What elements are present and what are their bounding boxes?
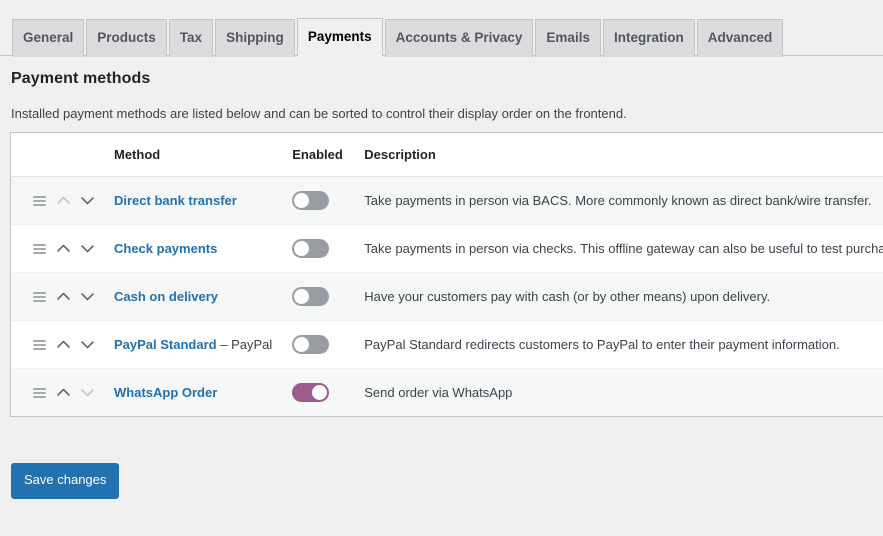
- move-down-icon[interactable]: [81, 290, 94, 303]
- enable-toggle[interactable]: [292, 191, 330, 210]
- description-cell: Take payments in person via checks. This…: [354, 224, 883, 273]
- enable-toggle[interactable]: [292, 383, 330, 402]
- move-up-icon[interactable]: [57, 338, 70, 351]
- table-row: Direct bank transfer Take payments in per…: [11, 176, 883, 225]
- tab-tax[interactable]: Tax: [168, 19, 214, 57]
- table-header-row: Method Enabled Description: [11, 133, 883, 177]
- move-up-icon[interactable]: [57, 290, 70, 303]
- page-title: Payment methods: [11, 70, 151, 87]
- drag-handle-icon[interactable]: [33, 243, 46, 254]
- drag-handle-icon[interactable]: [33, 195, 46, 206]
- move-down-icon[interactable]: [81, 242, 94, 255]
- save-changes-button[interactable]: Save changes: [11, 463, 120, 499]
- description-cell: PayPal Standard redirects customers to P…: [354, 320, 883, 369]
- enable-toggle[interactable]: [292, 287, 330, 306]
- page-description: Installed payment methods are listed bel…: [11, 106, 627, 121]
- table-header: Method Enabled Description: [11, 133, 883, 177]
- method-link[interactable]: PayPal Standard: [114, 337, 217, 352]
- column-header-sort: [11, 133, 104, 177]
- method-name-cell: Direct bank transfer: [104, 176, 283, 225]
- method-suffix: – PayPal: [216, 337, 273, 352]
- tab-accounts-privacy[interactable]: Accounts & Privacy: [384, 19, 534, 57]
- table-row: Cash on delivery Have your customers pay …: [11, 272, 883, 321]
- enabled-cell: [282, 320, 355, 369]
- tab-products[interactable]: Products: [86, 19, 167, 57]
- enabled-cell: [282, 176, 355, 225]
- method-link[interactable]: Direct bank transfer: [114, 193, 237, 208]
- move-up-icon[interactable]: [57, 242, 70, 255]
- row-sort-controls: [11, 320, 104, 369]
- drag-handle-icon[interactable]: [33, 339, 46, 350]
- table-row: WhatsApp Order Send order via WhatsApp: [11, 368, 883, 416]
- column-header-method: Method: [104, 133, 283, 177]
- tab-advanced[interactable]: Advanced: [696, 19, 784, 57]
- drag-handle-icon[interactable]: [33, 387, 46, 398]
- method-link[interactable]: WhatsApp Order: [114, 385, 217, 400]
- row-sort-controls: [11, 272, 104, 321]
- column-header-description: Description: [354, 133, 883, 177]
- row-sort-controls: [11, 368, 104, 416]
- enabled-cell: [282, 272, 355, 321]
- move-up-icon[interactable]: [57, 386, 70, 399]
- enable-toggle[interactable]: [292, 335, 330, 354]
- method-link[interactable]: Cash on delivery: [114, 289, 218, 304]
- description-cell: Take payments in person via BACS. More c…: [354, 176, 883, 225]
- tab-payments[interactable]: Payments: [296, 18, 383, 57]
- payment-methods-table: Method Enabled Description Direct bank t…: [11, 133, 883, 416]
- tab-shipping[interactable]: Shipping: [215, 19, 295, 57]
- settings-tab-bar: General Products Tax Shipping Payments Accoun…: [0, 14, 883, 57]
- enabled-cell: [282, 224, 355, 273]
- drag-handle-icon[interactable]: [33, 291, 46, 302]
- row-sort-controls: [11, 224, 104, 273]
- method-name-cell: PayPal Standard – PayPal: [104, 320, 283, 369]
- enable-toggle[interactable]: [292, 239, 330, 258]
- move-down-icon[interactable]: [81, 194, 94, 207]
- wc-settings-page: General Products Tax Shipping Payments Accoun…: [0, 0, 883, 536]
- move-down-icon: [81, 386, 94, 399]
- table-row: Check payments Take payments in person vi…: [11, 224, 883, 273]
- description-cell: Send order via WhatsApp: [354, 368, 883, 416]
- method-name-cell: Cash on delivery: [104, 272, 283, 321]
- column-header-enabled: Enabled: [282, 133, 355, 177]
- table-body: Direct bank transfer Take payments in per…: [11, 176, 883, 416]
- row-sort-controls: [11, 176, 104, 225]
- tab-general[interactable]: General: [12, 19, 85, 57]
- method-link[interactable]: Check payments: [114, 241, 217, 256]
- tab-emails[interactable]: Emails: [535, 19, 601, 57]
- enabled-cell: [282, 368, 355, 416]
- move-down-icon[interactable]: [81, 338, 94, 351]
- move-up-icon: [57, 194, 70, 207]
- table-row: PayPal Standard – PayPal PayPal Standard …: [11, 320, 883, 369]
- method-name-cell: WhatsApp Order: [104, 368, 283, 416]
- tab-integration[interactable]: Integration: [602, 19, 695, 57]
- description-cell: Have your customers pay with cash (or by…: [354, 272, 883, 321]
- method-name-cell: Check payments: [104, 224, 283, 273]
- payment-methods-table-container: Method Enabled Description Direct bank t…: [10, 132, 883, 417]
